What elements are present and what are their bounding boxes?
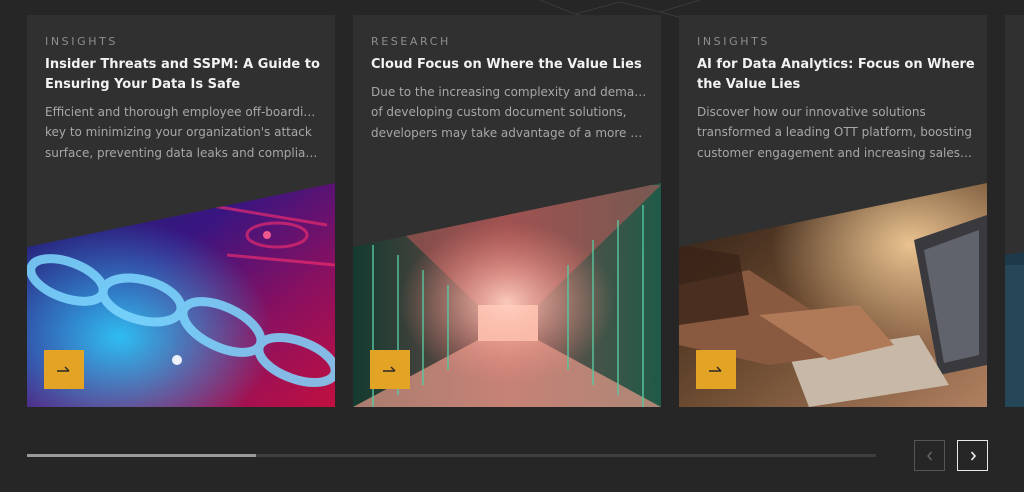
card-title[interactable]: Insider Threats and SSPM: A Guide to Ens… — [45, 55, 323, 95]
arrow-right-icon — [383, 366, 396, 372]
card-title[interactable]: Cloud Focus on Where the Value Lies — [371, 55, 649, 75]
card-image-partial — [1005, 251, 1024, 407]
previous-slide-button[interactable] — [914, 440, 945, 471]
card-excerpt: Due to the increasing complexity and dem… — [371, 85, 647, 140]
article-card[interactable]: INSIGHTS AI for Data Analytics: Focus on… — [679, 15, 987, 407]
arrow-right-icon — [57, 366, 70, 372]
article-card[interactable]: RESEARCH Cloud Focus on Where the Value … — [353, 15, 661, 407]
read-more-button[interactable] — [696, 350, 736, 389]
card-category: INSIGHTS — [45, 35, 118, 48]
insights-carousel: INSIGHTS Insider Threats and SSPM: A Gui… — [0, 0, 1024, 492]
carousel-scrollbar-thumb[interactable] — [27, 454, 257, 457]
chevron-right-icon — [970, 450, 976, 461]
chevron-left-icon — [926, 451, 932, 460]
next-slide-button[interactable] — [957, 440, 988, 471]
card-category: INSIGHTS — [697, 35, 770, 48]
read-more-button[interactable] — [370, 350, 410, 389]
carousel-scrollbar[interactable] — [27, 454, 876, 457]
card-excerpt: Efficient and thorough employee off-boar… — [45, 105, 321, 160]
article-card[interactable]: INSIGHTS Insider Threats and SSPM: A Gui… — [27, 15, 335, 407]
card-excerpt: Discover how our innovative solutions tr… — [697, 105, 973, 160]
card-title[interactable]: AI for Data Analytics: Focus on Where th… — [697, 55, 975, 95]
read-more-button[interactable] — [44, 350, 84, 389]
arrow-right-icon — [709, 366, 722, 372]
card-category: RESEARCH — [371, 35, 451, 48]
article-card-next-partial[interactable] — [1005, 15, 1024, 407]
